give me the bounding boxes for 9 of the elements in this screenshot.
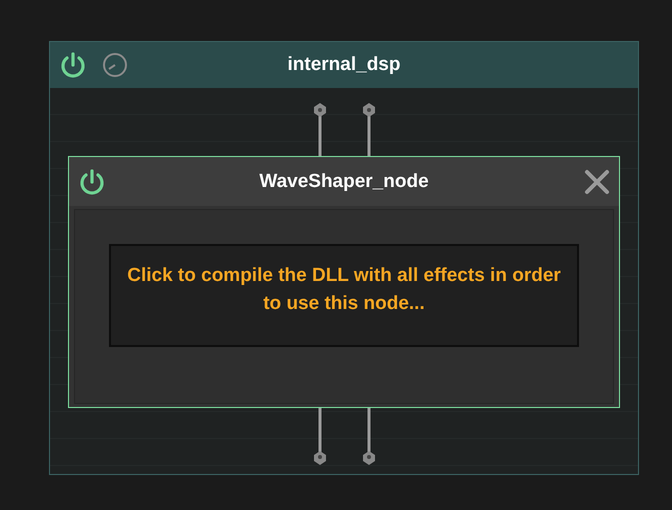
cable-port-icon[interactable] bbox=[313, 103, 327, 157]
close-icon[interactable] bbox=[583, 168, 611, 196]
cable-port-icon[interactable] bbox=[362, 103, 376, 157]
knob-icon[interactable] bbox=[102, 52, 128, 78]
node-title: internal_dsp bbox=[288, 54, 400, 76]
cable-port-icon[interactable] bbox=[313, 407, 327, 465]
cable-port-icon[interactable] bbox=[362, 407, 376, 465]
compile-message-button[interactable]: Click to compile the DLL with all effects in order to use this node... bbox=[109, 244, 579, 347]
window-title: WaveShaper_node bbox=[259, 170, 429, 192]
